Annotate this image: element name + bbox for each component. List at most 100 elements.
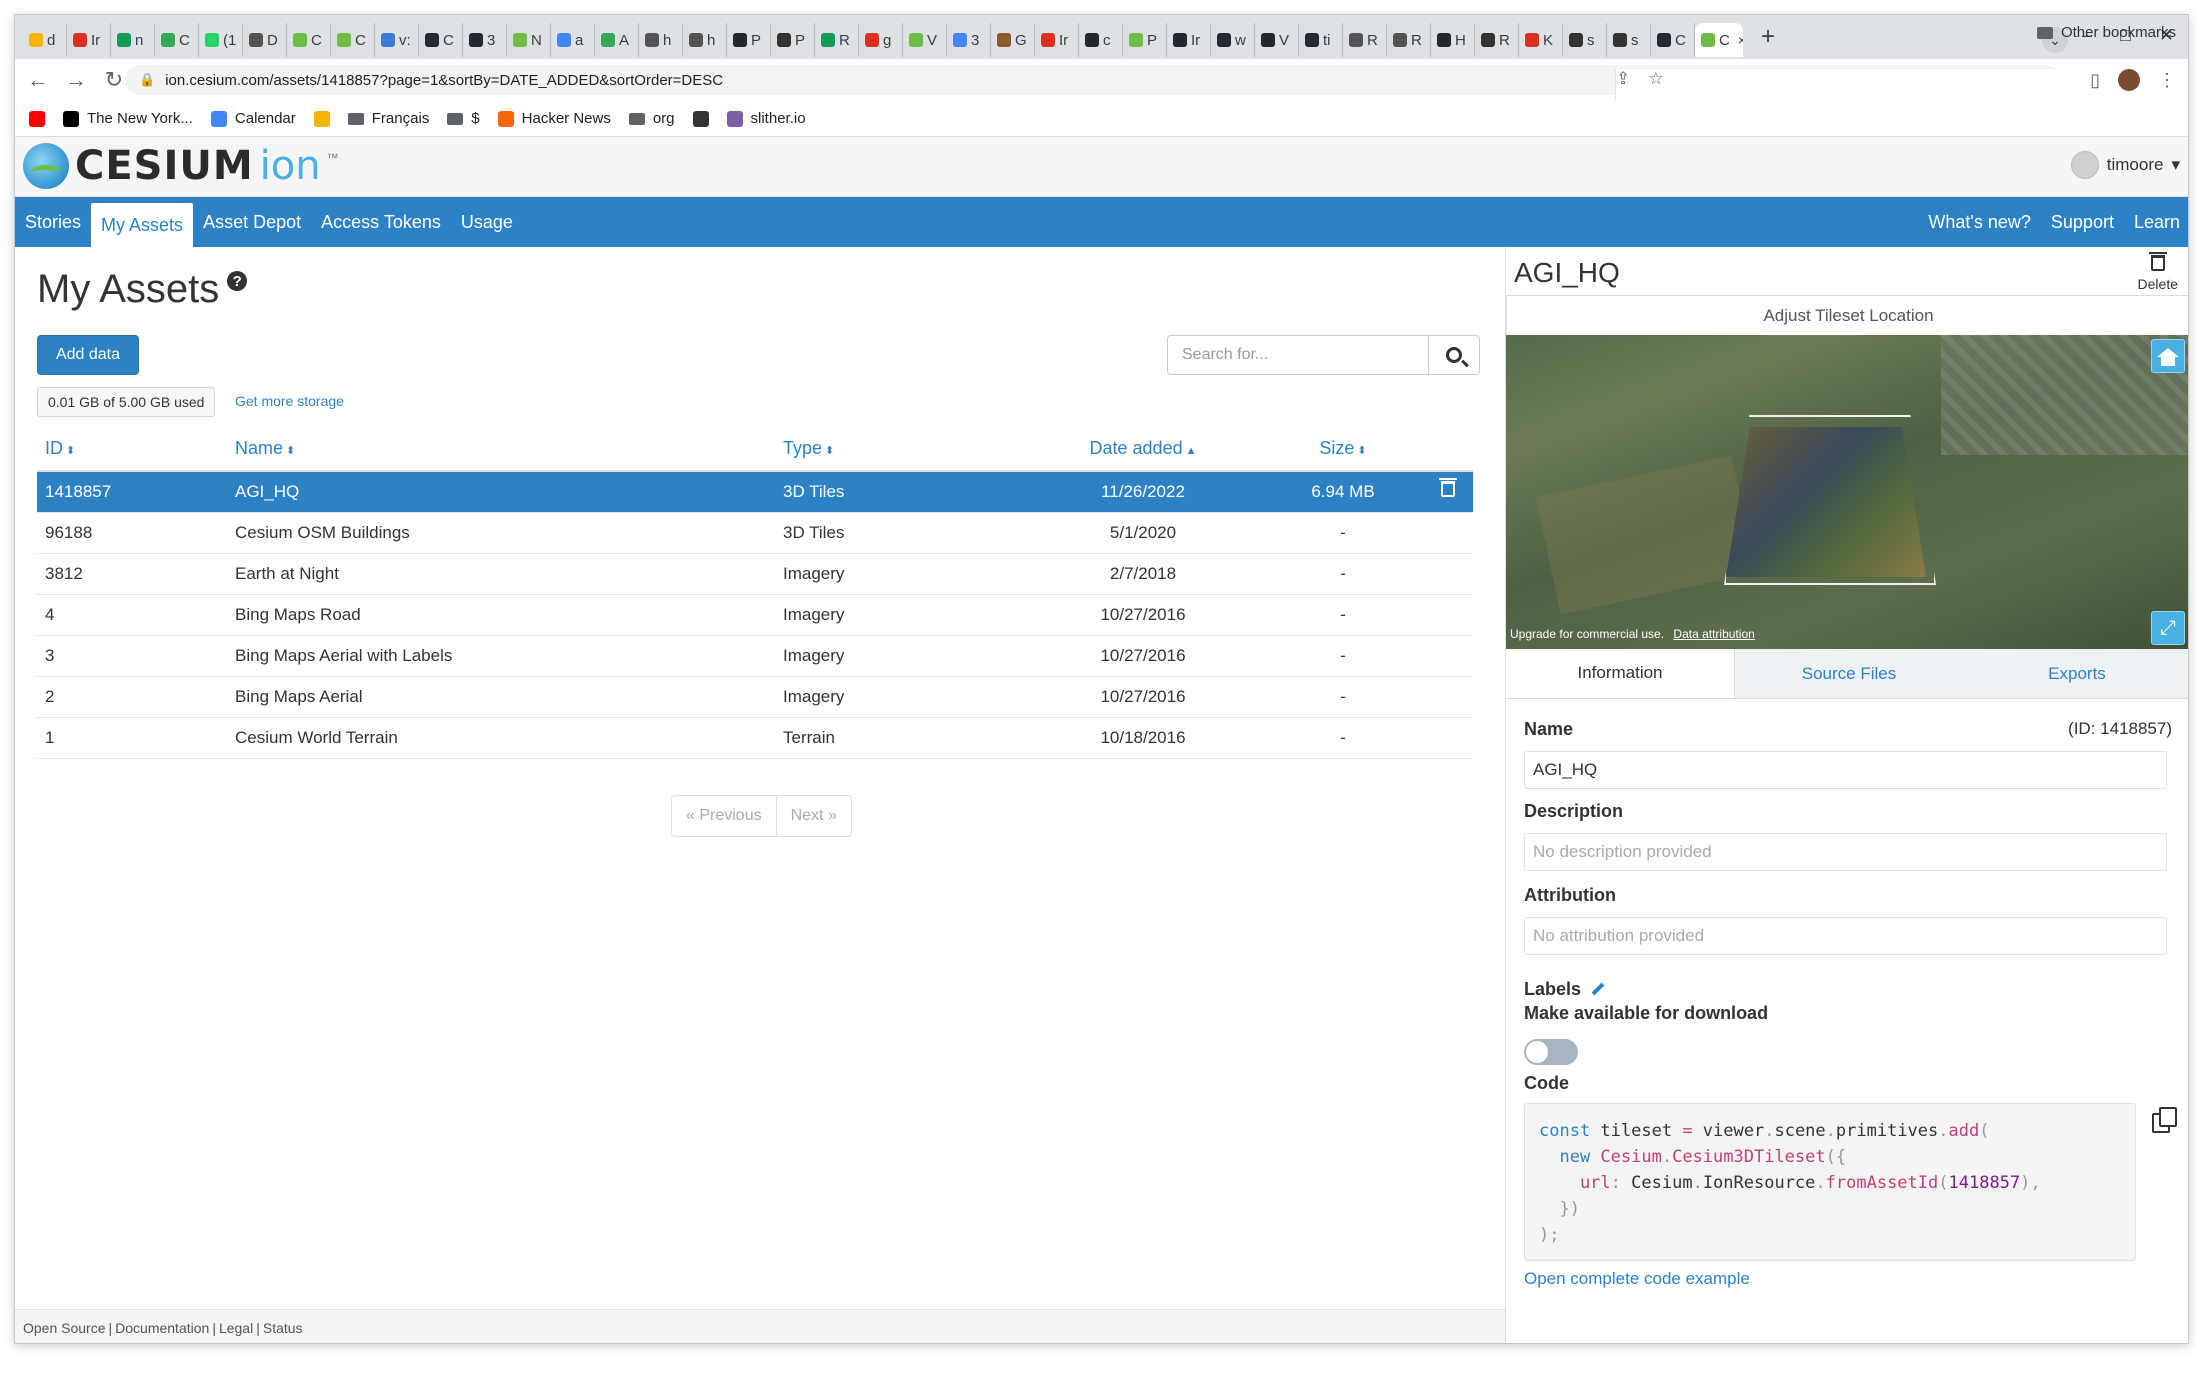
browser-tab[interactable]: C [419,23,463,57]
browser-tab[interactable]: s [1607,23,1651,57]
footer-link-documentation[interactable]: Documentation [115,1320,209,1336]
nav-support[interactable]: Support [2041,197,2124,247]
browser-tab[interactable]: R [1475,23,1519,57]
browser-tab[interactable]: g [859,23,903,57]
cesium-3d-viewer[interactable]: ⤢ Upgrade for commercial use. Data attri… [1506,335,2188,649]
browser-tab[interactable]: R [1387,23,1431,57]
previous-page-button[interactable]: « Previous [672,796,777,836]
table-row[interactable]: 3812 Earth at Night Imagery 2/7/2018- [37,553,1473,595]
browser-tab[interactable]: R [1343,23,1387,57]
bookmark-item[interactable]: Calendar [210,110,296,127]
footer-link-open-source[interactable]: Open Source [23,1320,106,1336]
browser-tab[interactable]: ti [1299,23,1343,57]
browser-tab[interactable]: d [23,23,67,57]
tab-source-files[interactable]: Source Files [1735,649,1963,698]
help-icon[interactable]: ? [227,271,248,291]
name-field[interactable]: AGI_HQ [1524,751,2167,789]
nav-what-s-new[interactable]: What's new? [1918,197,2040,247]
browser-tab[interactable]: G [991,23,1035,57]
browser-tab[interactable]: P [771,23,815,57]
bookmark-item[interactable]: The New York... [63,110,193,127]
pencil-edit-icon[interactable] [1591,982,1605,996]
bookmark-item[interactable]: $ [447,110,480,127]
browser-tab[interactable]: C [287,23,331,57]
browser-tab[interactable]: h [683,23,727,57]
browser-tab[interactable]: Ir [1035,23,1079,57]
browser-tab[interactable]: V [1255,23,1299,57]
bookmark-item[interactable] [313,110,330,127]
back-arrow-icon[interactable]: ← [23,67,53,93]
new-tab-button[interactable]: + [1753,22,1783,52]
trash-icon[interactable] [1439,478,1457,498]
browser-tab[interactable]: 3 [947,23,991,57]
close-tab-icon[interactable]: × [1738,32,1743,48]
column-header-size[interactable]: Size ⬍ [1263,427,1423,472]
search-button[interactable] [1428,335,1480,375]
copy-code-icon[interactable] [2152,1107,2177,1133]
user-menu[interactable]: timoore ▾ [2070,151,2180,179]
adjust-tileset-location-button[interactable]: Adjust Tileset Location [1506,295,2188,335]
browser-tab[interactable]: w [1211,23,1255,57]
address-bar[interactable]: 🔒 ion.cesium.com/assets/1418857?page=1&s… [125,65,2188,1167]
browser-tab[interactable]: C× [1695,23,1743,57]
tab-exports[interactable]: Exports [1963,649,2188,698]
browser-tab[interactable]: D [243,23,287,57]
bookmark-item[interactable] [692,110,709,127]
table-row[interactable]: 1 Cesium World Terrain Terrain 10/18/2016- [37,717,1473,759]
footer-link-legal[interactable]: Legal [219,1320,253,1336]
browser-tab[interactable]: 3 [463,23,507,57]
footer-link-status[interactable]: Status [263,1320,303,1336]
bookmark-item[interactable]: Hacker News [497,110,611,127]
browser-tab[interactable]: K [1519,23,1563,57]
fullscreen-button[interactable]: ⤢ [2151,611,2185,645]
column-header-id[interactable]: ID ⬍ [37,427,235,472]
browser-tab[interactable]: v: [375,23,419,57]
other-bookmarks[interactable]: Other bookmarks [2036,24,2176,41]
browser-tab[interactable]: V [903,23,947,57]
browser-tab[interactable]: C [155,23,199,57]
browser-tab[interactable]: a [551,23,595,57]
column-header-date[interactable]: Date added ▲ [1023,427,1263,472]
forward-arrow-icon[interactable]: → [61,67,91,93]
delete-button[interactable]: Delete [2138,252,2178,292]
browser-tab[interactable]: P [1123,23,1167,57]
add-data-button[interactable]: Add data [37,335,139,375]
table-row[interactable]: 2 Bing Maps Aerial Imagery 10/27/2016- [37,676,1473,718]
browser-tab[interactable]: R [815,23,859,57]
table-row[interactable]: 4 Bing Maps Road Imagery 10/27/2016- [37,594,1473,636]
bookmark-item[interactable]: org [628,110,675,127]
column-header-name[interactable]: Name ⬍ [235,427,783,472]
nav-access-tokens[interactable]: Access Tokens [311,197,451,247]
bookmark-item[interactable]: Français [347,110,429,127]
browser-tab[interactable]: (1 [199,23,243,57]
browser-tab[interactable]: n [111,23,155,57]
bookmark-item[interactable] [29,110,45,127]
browser-tab[interactable]: A [595,23,639,57]
search-input[interactable]: Search for... [1167,335,1429,375]
column-header-type[interactable]: Type ⬍ [783,427,1023,472]
browser-tab[interactable]: Ir [67,23,111,57]
browser-tab[interactable]: h [639,23,683,57]
nav-stories[interactable]: Stories [15,197,91,247]
browser-tab[interactable]: c [1079,23,1123,57]
browser-tab[interactable]: Ir [1167,23,1211,57]
table-row[interactable]: 3 Bing Maps Aerial with Labels Imagery 10/2… [37,635,1473,677]
nav-my-assets[interactable]: My Assets [91,203,194,247]
nav-learn[interactable]: Learn [2124,197,2188,247]
open-code-example-link[interactable]: Open complete code example [1524,1269,1750,1289]
table-row[interactable]: 96188 Cesium OSM Buildings 3D Tiles 5/1/202… [37,512,1473,554]
cesium-ion-logo[interactable]: CESIUM ion ™ [23,143,339,189]
browser-tab[interactable]: s [1563,23,1607,57]
data-attribution-link[interactable]: Data attribution [1673,627,1754,641]
attribution-field[interactable]: No attribution provided [1524,917,2167,955]
profile-avatar[interactable] [2118,69,2140,91]
bookmark-item[interactable]: slither.io [726,110,806,127]
browser-tab[interactable]: N [507,23,551,57]
table-row[interactable]: 1418857 AGI_HQ 3D Tiles 11/26/2022 6.94 MB [37,471,1473,513]
browser-tab[interactable]: H [1431,23,1475,57]
sidepanel-icon[interactable]: ▯ [2090,70,2100,91]
browser-tab[interactable]: P [727,23,771,57]
menu-kebab-icon[interactable]: ⋮ [2158,70,2176,91]
home-view-button[interactable] [2151,339,2185,373]
download-toggle[interactable] [1524,1039,1578,1065]
